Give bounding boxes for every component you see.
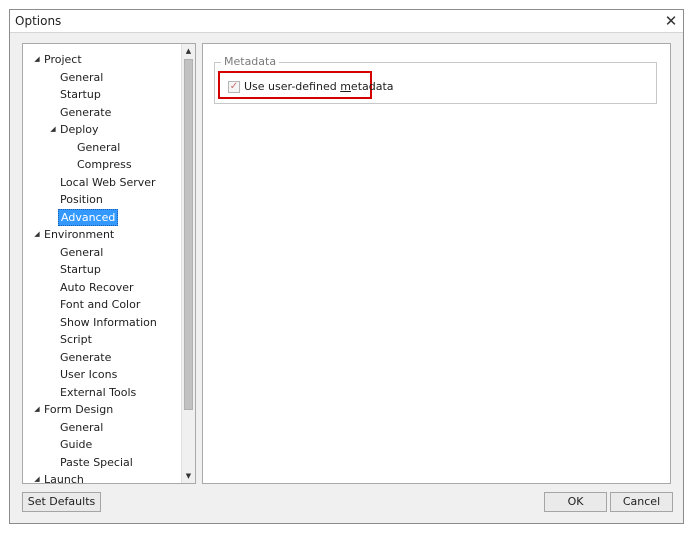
tree-item-label[interactable]: Launch [42, 471, 86, 483]
tree-item-label[interactable]: Generate [58, 104, 113, 121]
tree-item-label[interactable]: Deploy [58, 121, 101, 138]
expand-arrow-icon[interactable]: ◢ [32, 51, 42, 68]
tree-item-label[interactable]: Local Web Server [58, 174, 158, 191]
tree-item-label[interactable]: Startup [58, 261, 103, 278]
tree-item-label[interactable]: General [75, 139, 122, 156]
tree-item-label[interactable]: Font and Color [58, 296, 142, 313]
tree-item-label[interactable]: Startup [58, 86, 103, 103]
options-tree: ◢ Project General Startup Generate ◢ Deploy Gen… [22, 43, 196, 484]
tree-scrollbar[interactable]: ▲ ▼ [181, 44, 195, 483]
ok-button[interactable]: OK [544, 492, 607, 512]
metadata-group: Metadata ✓ Use user-defined metadata [214, 55, 657, 104]
tree-item-label[interactable]: Paste Special [58, 454, 135, 471]
title-bar: Options ✕ [10, 10, 683, 33]
scroll-thumb[interactable] [184, 59, 193, 410]
window-title: Options [15, 14, 62, 28]
tree-item-label[interactable]: Compress [75, 156, 134, 173]
tree-item-label[interactable]: Show Information [58, 314, 159, 331]
tree-item-label[interactable]: External Tools [58, 384, 138, 401]
highlight-box: ✓ Use user-defined metadata [218, 71, 394, 99]
tree-item-label[interactable]: Script [58, 331, 94, 348]
settings-panel: Metadata ✓ Use user-defined metadata [202, 43, 671, 484]
label-before: Use user-defined [244, 80, 341, 93]
tree-item-label[interactable]: General [58, 244, 105, 261]
options-dialog: Options ✕ ◢ Project General Startup Generate… [9, 9, 684, 524]
use-user-defined-metadata-label[interactable]: Use user-defined metadata [244, 80, 394, 93]
expand-arrow-icon[interactable]: ◢ [32, 471, 42, 483]
scroll-up-arrow-icon[interactable]: ▲ [182, 44, 195, 58]
scroll-down-arrow-icon[interactable]: ▼ [182, 469, 195, 483]
tree-item-label[interactable]: Environment [42, 226, 116, 243]
expand-arrow-icon[interactable]: ◢ [32, 401, 42, 418]
tree-item-label[interactable]: Generate [58, 349, 113, 366]
tree-item-label[interactable]: Guide [58, 436, 94, 453]
cancel-button[interactable]: Cancel [610, 492, 673, 512]
tree-item-label[interactable]: Project [42, 51, 84, 68]
set-defaults-button[interactable]: Set Defaults [22, 492, 101, 512]
metadata-group-title: Metadata [221, 55, 280, 68]
use-user-defined-metadata-checkbox[interactable]: ✓ [228, 81, 240, 93]
tree-item-label[interactable]: Form Design [42, 401, 115, 418]
label-mnemonic: m [340, 80, 351, 93]
tree-list: ◢ Project General Startup Generate ◢ Deploy Gen… [23, 44, 181, 483]
tree-item-label[interactable]: General [58, 419, 105, 436]
tree-item-label[interactable]: General [58, 69, 105, 86]
expand-arrow-icon[interactable]: ◢ [32, 226, 42, 243]
tree-item-label[interactable]: User Icons [58, 366, 119, 383]
close-icon[interactable]: ✕ [662, 12, 680, 30]
tree-item-label[interactable]: Auto Recover [58, 279, 136, 296]
tree-item-label[interactable]: Advanced [58, 208, 119, 226]
label-after: etadata [350, 80, 394, 93]
expand-arrow-icon[interactable]: ◢ [48, 121, 58, 138]
tree-item-label[interactable]: Position [58, 191, 105, 208]
